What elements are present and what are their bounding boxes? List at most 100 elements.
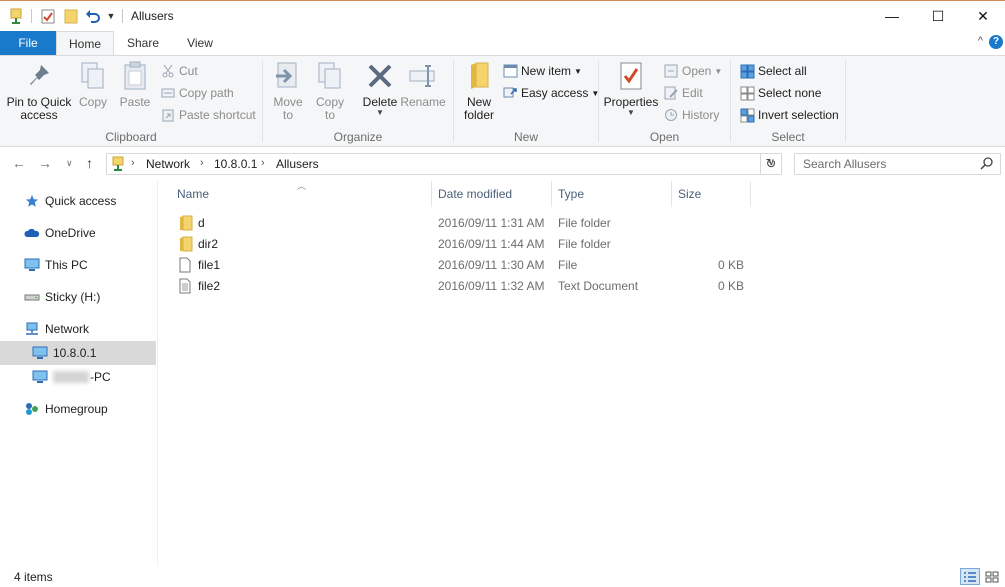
nav-item-label: -PC (90, 370, 111, 384)
nav-item-network[interactable]: Network (0, 317, 156, 341)
cut-button[interactable]: Cut (160, 62, 198, 80)
select-all-icon (739, 63, 755, 79)
ribbon-tabs: File Home Share View (0, 31, 1005, 56)
nav-item-label: Network (45, 322, 90, 336)
paste-label: Paste (119, 95, 151, 109)
breadcrumb-chevron-icon[interactable]: › (261, 157, 265, 169)
minimize-button[interactable]: — (869, 1, 915, 31)
file-name: file1 (198, 258, 221, 272)
ribbon-divider (845, 60, 846, 142)
organize-group: Move to Copy to Delete ▼ Rename Organize (263, 56, 453, 146)
select-all-button[interactable]: Select all (739, 62, 807, 80)
item-count: 4 items (14, 570, 53, 584)
text-file-icon (179, 278, 195, 294)
close-button[interactable]: ✕ (960, 1, 1005, 31)
open-dropdown-icon: ▼ (714, 66, 723, 76)
open-label: Open (682, 64, 712, 78)
recent-locations-chevron-down-icon[interactable]: ∨ (66, 158, 73, 169)
rename-button[interactable]: Rename (400, 60, 446, 109)
copy-to-label: Copy to (315, 95, 344, 122)
back-arrow-icon[interactable]: ← (12, 155, 26, 171)
search-input[interactable] (795, 154, 975, 174)
search-icon[interactable] (980, 156, 994, 173)
select-all-label: Select all (758, 64, 807, 78)
cloud-icon (23, 225, 41, 241)
nav-item-pc[interactable]: -PC (0, 365, 156, 389)
tab-share[interactable]: Share (118, 31, 168, 55)
easy-access-button[interactable]: Easy access ▼ (502, 84, 599, 102)
edit-button[interactable]: Edit (663, 84, 703, 102)
properties-quick-icon[interactable] (40, 7, 56, 25)
properties-icon (615, 60, 647, 92)
search-box[interactable] (794, 153, 1001, 175)
column-header-size[interactable]: Size (672, 181, 750, 207)
qa-divider (31, 9, 32, 23)
new-item-label: New item (521, 64, 572, 78)
file-icon (179, 257, 195, 273)
nav-item-sticky-drive[interactable]: Sticky (H:) (0, 285, 156, 309)
refresh-icon[interactable]: ↻ (760, 153, 782, 175)
column-header-type[interactable]: Type (552, 181, 671, 207)
open-group-label: Open (649, 130, 680, 144)
new-folder-button[interactable]: New folder (460, 60, 498, 122)
new-item-button[interactable]: New item ▼ (502, 62, 582, 80)
open-icon (663, 63, 679, 79)
column-header-name[interactable]: Name (171, 181, 431, 207)
large-icons-view-icon[interactable] (982, 568, 1002, 585)
new-item-icon (502, 63, 518, 79)
up-arrow-icon[interactable]: ↑ (86, 155, 93, 171)
new-folder-icon (463, 60, 495, 92)
redacted-name (53, 371, 89, 383)
address-bar[interactable]: › Network › 10.8.0.1 › Allusers ∨ (106, 153, 782, 175)
history-button[interactable]: History (663, 106, 719, 124)
tab-file[interactable]: File (0, 31, 56, 55)
invert-selection-button[interactable]: Invert selection (739, 106, 839, 124)
explorer-app-icon[interactable] (8, 7, 24, 25)
breadcrumb-network[interactable]: Network (146, 157, 190, 171)
monitor-icon (31, 369, 49, 385)
select-none-button[interactable]: Select none (739, 84, 821, 102)
new-item-dropdown-icon: ▼ (574, 66, 582, 76)
easy-access-icon (502, 85, 518, 101)
nav-item-homegroup[interactable]: Homegroup (0, 397, 156, 421)
table-row[interactable]: d 2016/09/11 1:31 AM File folder (159, 213, 759, 234)
breadcrumb-chevron-icon[interactable]: › (131, 157, 135, 169)
breadcrumb-chevron-icon[interactable]: › (200, 157, 204, 169)
column-divider[interactable] (750, 181, 751, 207)
minimize-ribbon-icon[interactable]: ^ (978, 35, 983, 47)
copy-to-button[interactable]: Copy to (313, 60, 347, 122)
nav-item-onedrive[interactable]: OneDrive (0, 221, 156, 245)
new-folder-quick-icon[interactable] (63, 7, 79, 25)
paste-button[interactable]: Paste (118, 60, 152, 109)
clipboard-group-label: Clipboard (105, 130, 157, 144)
pin-to-quick-access-button[interactable]: Pin to Quick access (6, 60, 72, 122)
maximize-button[interactable]: ☐ (915, 1, 961, 31)
breadcrumb-host[interactable]: 10.8.0.1 (214, 157, 257, 171)
help-icon[interactable]: ? (989, 35, 1003, 49)
customize-qa-dropdown-icon[interactable]: ▼ (105, 7, 117, 25)
undo-icon[interactable] (84, 7, 100, 25)
clipboard-icon (119, 60, 151, 92)
move-to-button[interactable]: Move to (271, 60, 305, 122)
nav-item-host-10-8-0-1[interactable]: 10.8.0.1 (0, 341, 156, 365)
details-view-icon[interactable] (960, 568, 980, 585)
copy-button[interactable]: Copy (78, 60, 108, 109)
tab-view[interactable]: View (178, 31, 222, 55)
copy-label: Copy (78, 95, 107, 109)
properties-button[interactable]: Properties ▼ (603, 60, 659, 117)
copy-path-button[interactable]: Copy path (160, 84, 234, 102)
copy-to-icon (314, 60, 346, 92)
table-row[interactable]: dir2 2016/09/11 1:44 AM File folder (159, 234, 759, 255)
paste-shortcut-button[interactable]: Paste shortcut (160, 106, 256, 124)
table-row[interactable]: file1 2016/09/11 1:30 AM File 0 KB (159, 255, 759, 276)
tab-home[interactable]: Home (56, 31, 114, 56)
table-row[interactable]: file2 2016/09/11 1:32 AM Text Document 0… (159, 276, 759, 297)
open-button[interactable]: Open ▼ (663, 62, 722, 80)
nav-item-quick-access[interactable]: Quick access (0, 189, 156, 213)
nav-item-this-pc[interactable]: This PC (0, 253, 156, 277)
delete-button[interactable]: Delete ▼ (361, 60, 399, 117)
breadcrumb-allusers[interactable]: Allusers (276, 157, 319, 171)
forward-arrow-icon[interactable]: → (38, 155, 52, 171)
column-header-date-modified[interactable]: Date modified (432, 181, 551, 207)
invert-selection-label: Invert selection (758, 108, 839, 122)
